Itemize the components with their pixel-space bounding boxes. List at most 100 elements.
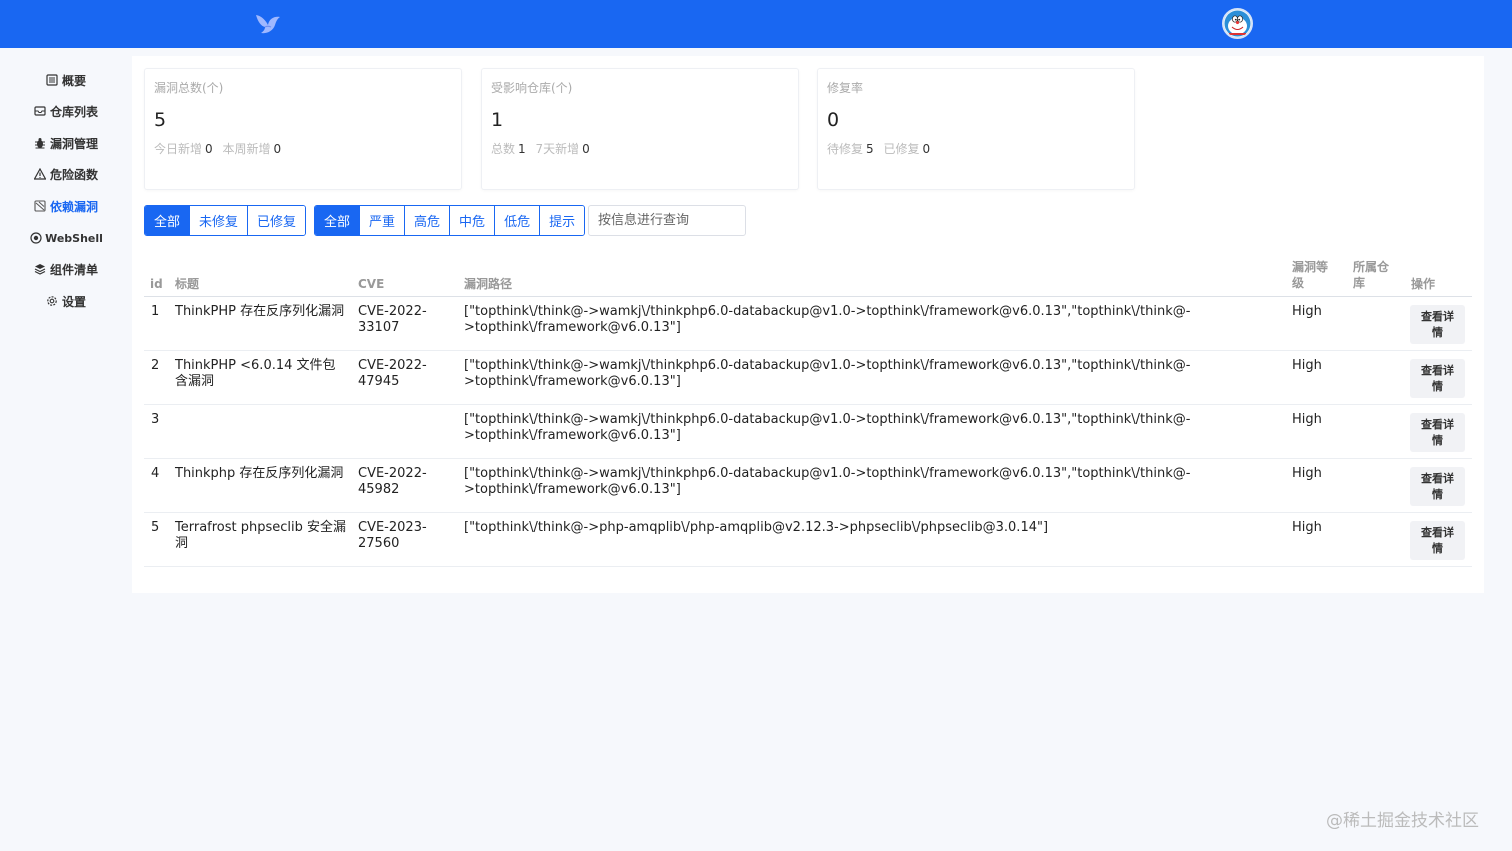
stat-title: 修复率 [827,81,864,95]
table-header: id 标题 CVE 漏洞路径 漏洞等 级 所属仓 库 操作 [144,254,1472,297]
dependency-icon [34,200,47,213]
stat-sub-label: 今日新增 [154,142,203,156]
bug-icon [34,137,47,150]
column-header-title: 标题 [175,277,200,291]
stat-subline: 总数 1 7天新增 0 [491,140,596,157]
sidebar-item-label: 组件清单 [49,262,98,277]
sidebar-item-label: 依赖漏洞 [49,199,98,214]
stat-sub-label: 已修复 [883,142,920,156]
severity-filter-info[interactable]: 提示 [539,206,585,235]
table-row: 4 Thinkphp 存在反序列化漏洞 CVE-2022-45982 ["top… [144,459,1472,513]
stat-sub-value: 0 [582,142,590,156]
cell-path-line: >topthink\/framework@v6.0.13"] [464,374,681,389]
sidebar-item-settings[interactable]: 设置 [0,287,132,315]
sidebar-item-label: 危险函数 [49,167,98,182]
warning-icon [34,168,47,181]
view-details-button[interactable]: 查看详情 [1410,359,1465,398]
cell-cve: CVE-2022-47945 [358,358,427,389]
sidebar-item-component-list[interactable]: 组件清单 [0,255,132,283]
status-filter-group: 全部 未修复 已修复 [144,205,307,236]
sidebar: 概要 仓库列表 漏洞管理 危险函数 依赖漏洞 WebShell 组件清单 设置 [0,48,132,851]
sidebar-item-dangerous-functions[interactable]: 危险函数 [0,160,132,188]
stat-value: 5 [154,109,167,131]
sidebar-item-repo-list[interactable]: 仓库列表 [0,97,132,125]
stat-sub-value: 1 [518,142,526,156]
watermark: @稀土掘金技术社区 [1326,811,1479,831]
main-panel: 漏洞总数(个) 5 今日新增 0 本周新增 0 受影响仓库(个) 1 总数 1 7天新… [132,56,1484,593]
column-header-id: id [150,277,163,291]
stat-sub-label: 7天新增 [535,142,580,156]
column-header-level: 漏洞等 级 [1292,259,1328,291]
gear-icon [46,295,59,308]
view-details-button[interactable]: 查看详情 [1410,413,1465,452]
column-header-repo-line: 所属仓 [1353,260,1390,274]
cell-path: ["topthink\/think@->wamkj\/thinkphp6.0-d… [464,358,1190,390]
column-header-level-line: 漏洞等 [1292,260,1329,274]
severity-filter-low[interactable]: 低危 [494,206,540,235]
stat-subline: 待修复 5 已修复 0 [827,140,936,157]
sidebar-item-dependency-vulns[interactable]: 依赖漏洞 [0,192,132,220]
cell-path: ["topthink\/think@->wamkj\/thinkphp6.0-d… [464,412,1190,444]
stat-card-affected-repos: 受影响仓库(个) 1 总数 1 7天新增 0 [481,68,799,190]
sidebar-item-label: 设置 [61,294,86,309]
stat-card-fix-rate: 修复率 0 待修复 5 已修复 0 [817,68,1135,190]
cell-path: ["topthink\/think@->php-amqplib\/php-amq… [464,520,1048,536]
severity-filter-critical[interactable]: 严重 [359,206,405,235]
view-details-button[interactable]: 查看详情 [1410,305,1465,344]
column-header-level-line: 级 [1292,276,1305,290]
column-header-repo-line: 库 [1353,276,1366,290]
stat-title: 漏洞总数(个) [154,81,224,95]
column-header-path: 漏洞路径 [464,277,513,291]
table-row: 1 ThinkPHP 存在反序列化漏洞 CVE-2022-33107 ["top… [144,297,1472,351]
cell-title: Terrafrost phpseclib 安全漏洞 [175,520,347,551]
cell-path: ["topthink\/think@->wamkj\/thinkphp6.0-d… [464,304,1190,336]
sidebar-item-webshell[interactable]: WebShell [0,224,132,252]
stat-sub-label: 待修复 [827,142,864,156]
severity-filter-group: 全部 严重 高危 中危 低危 提示 [314,205,586,236]
view-details-button[interactable]: 查看详情 [1410,467,1465,506]
sidebar-item-overview[interactable]: 概要 [0,66,132,94]
cell-cve: CVE-2022-45982 [358,466,427,497]
status-filter-unfixed[interactable]: 未修复 [189,206,248,235]
cell-id: 3 [151,412,160,427]
severity-filter-medium[interactable]: 中危 [449,206,495,235]
stat-subline: 今日新增 0 本周新增 0 [154,140,287,157]
cell-path-line: ["topthink\/think@->wamkj\/thinkphp6.0-d… [464,466,1191,481]
cell-path-line: ["topthink\/think@->php-amqplib\/php-amq… [464,520,1049,535]
search-input[interactable] [588,205,746,236]
stat-sub-value: 0 [273,142,282,156]
severity-filter-high[interactable]: 高危 [404,206,450,235]
cell-cve: CVE-2022-33107 [358,304,427,335]
stat-sub-value: 0 [922,142,931,156]
table-row: 5 Terrafrost phpseclib 安全漏洞 CVE-2023-275… [144,513,1472,567]
sidebar-item-label: WebShell [45,231,103,245]
top-bar [0,0,1512,48]
cell-id: 4 [151,466,160,481]
user-avatar[interactable] [1222,8,1253,39]
column-header-cve: CVE [358,277,385,291]
status-filter-fixed[interactable]: 已修复 [247,206,306,235]
cell-level: High [1292,520,1322,535]
inbox-icon [34,105,47,118]
stat-value: 0 [827,109,840,131]
column-header-action: 操作 [1411,277,1436,291]
cell-path: ["topthink\/think@->wamkj\/thinkphp6.0-d… [464,466,1190,498]
table-row: 2 ThinkPHP <6.0.14 文件包含漏洞 CVE-2022-47945… [144,351,1472,405]
bird-logo-icon[interactable] [254,12,282,36]
severity-filter-all[interactable]: 全部 [315,206,360,235]
webshell-icon [29,232,42,245]
stat-sub-value: 5 [866,142,874,156]
sidebar-item-vuln-management[interactable]: 漏洞管理 [0,129,132,157]
status-filter-all[interactable]: 全部 [145,206,190,235]
vuln-table: id 标题 CVE 漏洞路径 漏洞等 级 所属仓 库 操作 1 ThinkPHP… [144,254,1472,567]
stat-sub-label: 总数 [491,142,516,156]
cell-path-line: ["topthink\/think@->wamkj\/thinkphp6.0-d… [464,358,1191,373]
sidebar-item-label: 漏洞管理 [49,136,98,151]
overview-icon [46,74,59,87]
cell-level: High [1292,358,1322,373]
cell-title: ThinkPHP 存在反序列化漏洞 [175,304,345,319]
sidebar-item-label: 概要 [61,73,86,88]
view-details-button[interactable]: 查看详情 [1410,521,1465,560]
stat-sub-label: 本周新增 [222,142,271,156]
stat-card-total-vulns: 漏洞总数(个) 5 今日新增 0 本周新增 0 [144,68,462,190]
